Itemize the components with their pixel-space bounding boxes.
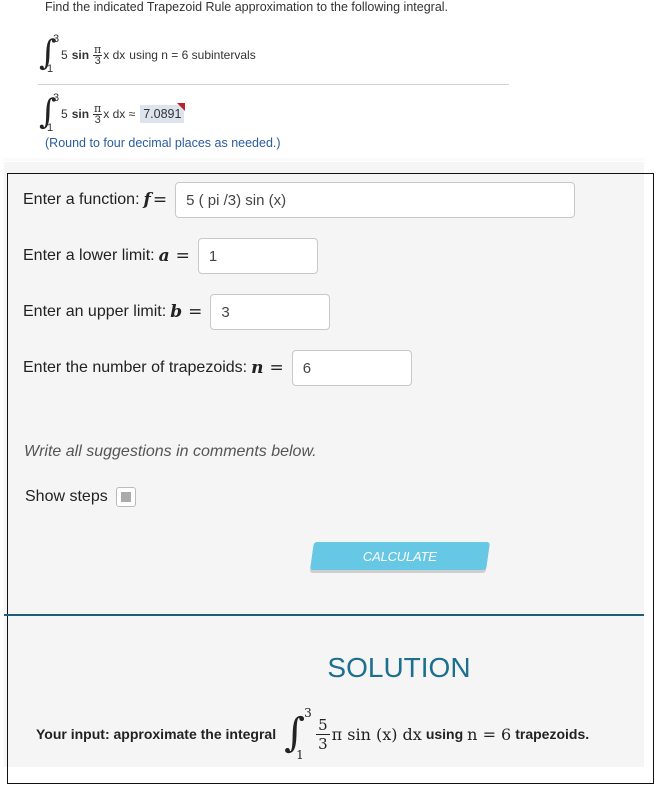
question-title: Find the indicated Trapezoid Rule approx… (45, 0, 449, 14)
show-steps-label: Show steps (25, 488, 108, 505)
lower-limit-label: Enter a lower limit: (23, 247, 155, 264)
equals-sign: = (152, 190, 168, 210)
equals-sign: = (175, 246, 190, 266)
lower-limit-input[interactable] (197, 238, 318, 274)
fraction-denominator: 3 (94, 54, 101, 67)
upper-limit-input[interactable] (210, 294, 331, 330)
function-input[interactable] (175, 182, 576, 218)
approx-symbol: x dx ≈ (103, 107, 136, 121)
checkbox-indicator (120, 492, 131, 502)
question-integral: ∫ 3 1 5 sin π 3 x dx using n = 6 subinte… (37, 33, 256, 75)
solution-expression: π sin (x) dx (331, 724, 422, 744)
lower-bound: 1 (47, 122, 54, 134)
calculate-button[interactable]: CALCULATE (310, 542, 490, 570)
upper-bound: 3 (53, 92, 60, 104)
fraction-numerator: π (93, 101, 103, 115)
upper-limit-label: Enter an upper limit: (23, 303, 167, 320)
show-steps-row: Show steps (25, 487, 136, 507)
upper-limit-row: Enter an upper limit: b = (23, 294, 331, 330)
your-input-intro: Your input: approximate the integral (36, 726, 277, 742)
your-input-line: Your input: approximate the integral ∫ 3… (36, 706, 589, 762)
solution-upper-bound: 3 (304, 706, 312, 720)
incorrect-flag-icon (177, 103, 186, 111)
solution-frac-num: 5 (316, 715, 330, 735)
lower-limit-var: a (158, 246, 170, 266)
solution-title: SOLUTION (327, 652, 471, 683)
coefficient: 5 (61, 107, 68, 121)
question-divider (38, 84, 509, 85)
solution-fraction: 5 3 (316, 716, 330, 753)
subinterval-text: using n = 6 subintervals (129, 48, 256, 62)
sin-function: sin (71, 107, 90, 121)
solution-frac-den: 3 (318, 734, 328, 753)
fraction: π 3 (93, 101, 103, 126)
fraction-numerator: π (93, 42, 103, 56)
lower-bound: 1 (47, 63, 54, 75)
lower-limit-row: Enter a lower limit: a = (23, 238, 318, 274)
function-row: Enter a function: f = (23, 182, 576, 218)
trapezoids-label: Enter the number of trapezoids: (23, 359, 248, 376)
show-steps-checkbox[interactable] (115, 487, 136, 507)
trapezoids-row: Enter the number of trapezoids: n = (23, 350, 412, 386)
fraction-denominator: 3 (94, 113, 101, 126)
solution-n-expression: n = 6 (467, 724, 512, 744)
suggestion-note: Write all suggestions in comments below. (24, 443, 317, 460)
using-word: using (425, 726, 464, 742)
solution-integral-sign: ∫ 3 1 (282, 706, 312, 762)
answer-value: 7.0891 (143, 107, 182, 121)
variable-tail: x dx (103, 48, 126, 62)
answer-input[interactable]: 7.0891 (140, 103, 186, 123)
answer-integral: ∫ 3 1 5 sin π 3 x dx ≈ 7.0891 (37, 92, 186, 134)
upper-limit-var: b (170, 302, 183, 322)
fraction: π 3 (93, 42, 103, 67)
solution-divider (4, 614, 644, 616)
equals-sign: = (269, 358, 284, 378)
equals-sign: = (188, 302, 203, 322)
panel-top-strip (4, 158, 644, 161)
upper-bound: 3 (53, 33, 60, 45)
trapezoids-suffix: trapezoids. (515, 726, 590, 742)
solution-lower-bound: 1 (296, 748, 304, 762)
sin-function: sin (71, 48, 90, 62)
rounding-note: (Round to four decimal places as needed.… (45, 136, 281, 150)
calculate-label: CALCULATE (363, 548, 437, 564)
integral-sign: ∫ 3 1 (37, 33, 61, 75)
trapezoids-var: n (251, 358, 264, 378)
function-label: Enter a function: (23, 191, 140, 208)
trapezoids-input[interactable] (291, 350, 412, 386)
integral-sign: ∫ 3 1 (37, 92, 61, 134)
coefficient: 5 (61, 48, 68, 62)
function-var: f (143, 190, 151, 210)
